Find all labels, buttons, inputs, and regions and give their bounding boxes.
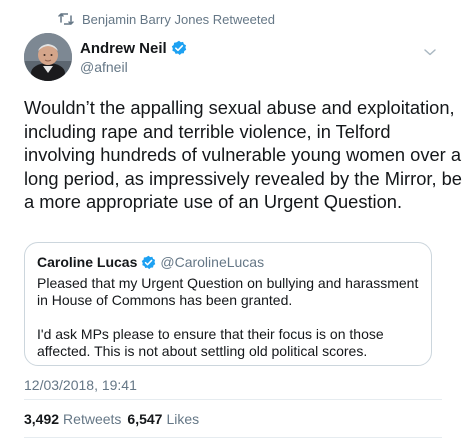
author-handle[interactable]: @afneil	[80, 59, 187, 75]
tweet-text: Wouldn’t the appalling sexual abuse and …	[24, 97, 462, 212]
retweet-context-label: Benjamin Barry Jones Retweeted	[82, 11, 275, 27]
tweet-stats: 3,492 Retweets 6,547 Likes	[24, 410, 199, 428]
author-name[interactable]: Andrew Neil	[80, 40, 167, 57]
quoted-paragraph-1: Pleased that my Urgent Question on bully…	[37, 275, 419, 308]
verified-badge-icon	[141, 255, 156, 270]
tweet-author[interactable]: Andrew Neil @afneil	[80, 38, 187, 75]
tweet-timestamp[interactable]: 12/03/2018, 19:41	[24, 377, 137, 393]
quoted-tweet[interactable]: Caroline Lucas @CarolineLucas Pleased th…	[24, 242, 432, 366]
retweet-icon	[58, 12, 74, 26]
likes-count[interactable]: 6,547	[127, 411, 162, 427]
quoted-paragraph-2: I'd ask MPs please to ensure that their …	[37, 326, 384, 359]
retweets-count[interactable]: 3,492	[24, 411, 59, 427]
retweets-label[interactable]: Retweets	[63, 411, 121, 427]
avatar[interactable]	[24, 33, 72, 81]
likes-label[interactable]: Likes	[166, 411, 199, 427]
quoted-author-handle: @CarolineLucas	[160, 254, 265, 270]
chevron-down-icon[interactable]	[423, 44, 437, 56]
quoted-tweet-body: Pleased that my Urgent Question on bully…	[37, 275, 419, 360]
verified-badge-icon	[171, 40, 187, 56]
quoted-author-name: Caroline Lucas	[37, 254, 138, 270]
divider	[24, 399, 442, 400]
divider	[24, 437, 442, 438]
retweet-context[interactable]: Benjamin Barry Jones Retweeted	[58, 10, 275, 28]
